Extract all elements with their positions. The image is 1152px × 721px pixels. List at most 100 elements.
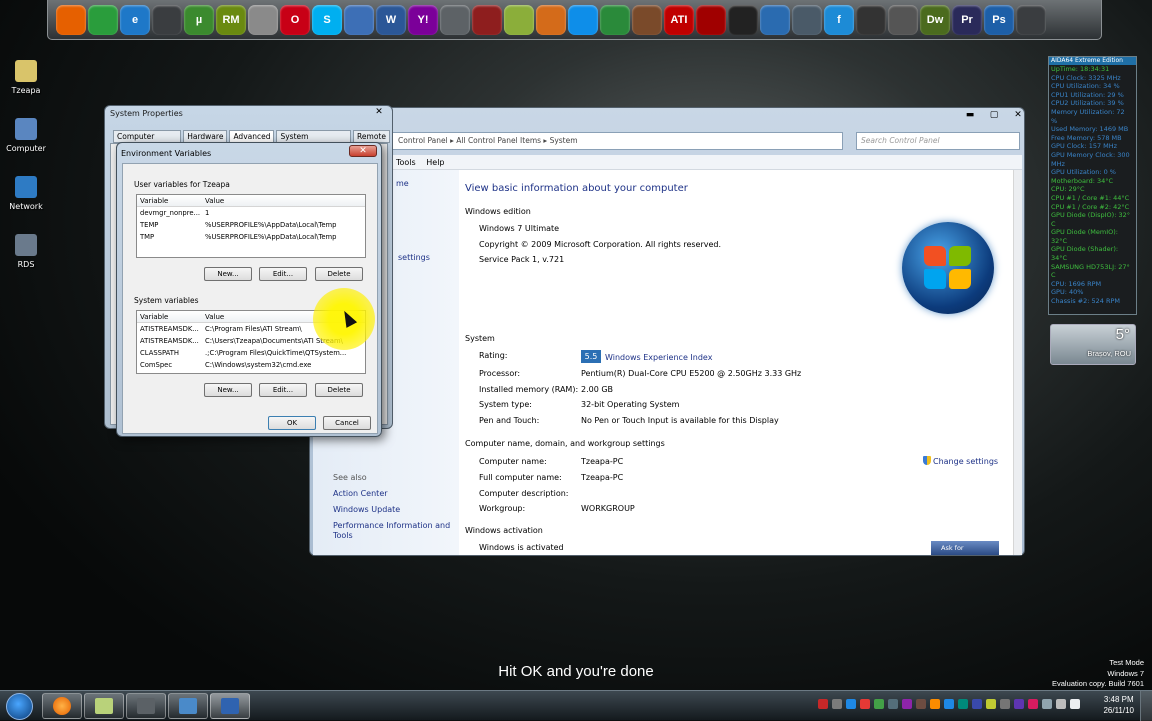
tray-icon[interactable] — [986, 699, 996, 709]
coffee-icon[interactable] — [632, 4, 662, 35]
content-scrollbar[interactable] — [1013, 170, 1022, 555]
user-delete-button[interactable]: Delete — [315, 267, 363, 281]
tray-icon[interactable] — [958, 699, 968, 709]
yahoo-messenger-icon[interactable]: Y! — [408, 4, 438, 35]
tray-icon[interactable] — [930, 699, 940, 709]
table-row[interactable]: CLASSPATH .;C:\Program Files\QuickTime\QT… — [137, 347, 365, 359]
link-performance-information[interactable]: Performance Information and — [333, 521, 450, 530]
variable-value: C:\Windows\system32\cmd.exe — [205, 361, 312, 369]
opera-icon[interactable]: O — [280, 4, 310, 35]
taskbar-clock[interactable]: 3:48 PM 26/11/10 — [1103, 694, 1134, 716]
skype-icon[interactable]: S — [312, 4, 342, 35]
gear-icon[interactable] — [440, 4, 470, 35]
desktop-icon-label: Network — [9, 202, 43, 211]
menu-help[interactable]: Help — [426, 158, 444, 167]
winamp-icon[interactable] — [152, 4, 182, 35]
blackberry-icon[interactable] — [728, 4, 758, 35]
alien-icon[interactable] — [888, 4, 918, 35]
desktop-icon-network[interactable]: Network — [6, 176, 46, 234]
rm-icon[interactable]: RM — [216, 4, 246, 35]
notepad-icon[interactable] — [344, 4, 374, 35]
user-edit-button[interactable]: Edit... — [259, 267, 307, 281]
ok-button[interactable]: OK — [268, 416, 316, 430]
tray-icon[interactable] — [874, 699, 884, 709]
rating-score[interactable]: 5.5 — [581, 350, 601, 363]
fancy-f-icon[interactable]: f — [824, 4, 854, 35]
table-row[interactable]: TMP %USERPROFILE%\AppData\Local\Temp — [137, 231, 365, 243]
script-icon[interactable] — [472, 4, 502, 35]
table-row[interactable]: ComSpec C:\Windows\system32\cmd.exe — [137, 359, 365, 371]
system-new-button[interactable]: New... — [204, 383, 252, 397]
link-performance-tools[interactable]: Tools — [333, 531, 353, 540]
premiere-icon[interactable]: Pr — [952, 4, 982, 35]
teamviewer-icon[interactable] — [568, 4, 598, 35]
taskbar-media-icon[interactable] — [126, 693, 166, 719]
minimize-button[interactable]: ▬ — [958, 109, 982, 123]
word-icon[interactable]: W — [376, 4, 406, 35]
tray-icon[interactable] — [1000, 699, 1010, 709]
recycle-bin-icon[interactable] — [1016, 4, 1046, 35]
maximize-button[interactable]: ▢ — [982, 109, 1006, 123]
vlc-icon[interactable] — [600, 4, 630, 35]
tray-icon[interactable] — [1028, 699, 1038, 709]
cancel-button[interactable]: Cancel — [323, 416, 371, 430]
system-delete-button[interactable]: Delete — [315, 383, 363, 397]
link-action-center[interactable]: Action Center — [333, 489, 388, 498]
spider-web-icon[interactable] — [248, 4, 278, 35]
chrome-icon[interactable] — [88, 4, 118, 35]
ask-for-genuine-button[interactable]: Ask for — [931, 541, 999, 555]
weather-gadget[interactable]: 5° Brașov, ROU — [1050, 324, 1136, 365]
tray-icon[interactable] — [1042, 699, 1052, 709]
system-edit-button[interactable]: Edit... — [259, 383, 307, 397]
system-row-label: Installed memory (RAM): — [479, 384, 579, 394]
desktop-icon-rds[interactable]: RDS — [6, 234, 46, 292]
taskbar-notepad-icon[interactable] — [84, 693, 124, 719]
ati-icon[interactable]: ATI — [664, 4, 694, 35]
user-new-button[interactable]: New... — [204, 267, 252, 281]
tray-icon[interactable] — [944, 699, 954, 709]
transfer-icon[interactable] — [792, 4, 822, 35]
utorrent-icon[interactable]: µ — [184, 4, 214, 35]
desktop-icon-computer[interactable]: Computer — [6, 118, 46, 176]
menu-tools[interactable]: Tools — [396, 158, 416, 167]
dreamweaver-icon[interactable]: Dw — [920, 4, 950, 35]
nav-control-panel-home[interactable]: me — [396, 179, 409, 188]
tray-icon[interactable] — [916, 699, 926, 709]
experience-index-link[interactable]: Windows Experience Index — [605, 353, 712, 362]
taskbar-control-panel-icon[interactable] — [168, 693, 208, 719]
close-button[interactable]: ✕ — [1006, 109, 1030, 123]
tray-icon[interactable] — [1056, 699, 1066, 709]
network-icon[interactable] — [760, 4, 790, 35]
firefox-icon[interactable] — [56, 4, 86, 35]
variable-value: 1 — [205, 209, 210, 217]
table-row[interactable]: TEMP %USERPROFILE%\AppData\Local\Temp — [137, 219, 365, 231]
show-desktop-button[interactable] — [1140, 691, 1152, 721]
tray-icon[interactable] — [860, 699, 870, 709]
internet-explorer-icon[interactable]: e — [120, 4, 150, 35]
tray-icon[interactable] — [902, 699, 912, 709]
ati-catalyst-icon[interactable] — [696, 4, 726, 35]
tray-icon[interactable] — [972, 699, 982, 709]
change-settings-link[interactable]: Change settings — [923, 456, 998, 466]
desktop-icon-tzeapa[interactable]: Tzeapa — [6, 60, 46, 118]
tray-icon[interactable] — [888, 699, 898, 709]
taskbar-system-properties-icon[interactable] — [210, 693, 250, 719]
link-windows-update[interactable]: Windows Update — [333, 505, 400, 514]
tray-icon[interactable] — [818, 699, 828, 709]
tray-icon[interactable] — [832, 699, 842, 709]
envelope-icon[interactable] — [504, 4, 534, 35]
tray-icon[interactable] — [1070, 699, 1080, 709]
system-properties-close-button[interactable]: ✕ — [371, 107, 387, 118]
tray-icon[interactable] — [846, 699, 856, 709]
cube-icon[interactable] — [536, 4, 566, 35]
env-close-button[interactable]: ✕ — [349, 145, 377, 157]
nav-advanced-settings[interactable]: settings — [398, 253, 430, 262]
taskbar-firefox-icon[interactable] — [42, 693, 82, 719]
start-button[interactable] — [6, 693, 33, 720]
table-row[interactable]: devmgr_nonpre... 1 — [137, 207, 365, 219]
search-input[interactable]: Search Control Panel — [856, 132, 1020, 150]
user-variables-list[interactable]: Variable Value devmgr_nonpre... 1 TEMP %USE… — [136, 194, 366, 258]
photoshop-icon[interactable]: Ps — [984, 4, 1014, 35]
tray-icon[interactable] — [1014, 699, 1024, 709]
steam-icon[interactable] — [856, 4, 886, 35]
